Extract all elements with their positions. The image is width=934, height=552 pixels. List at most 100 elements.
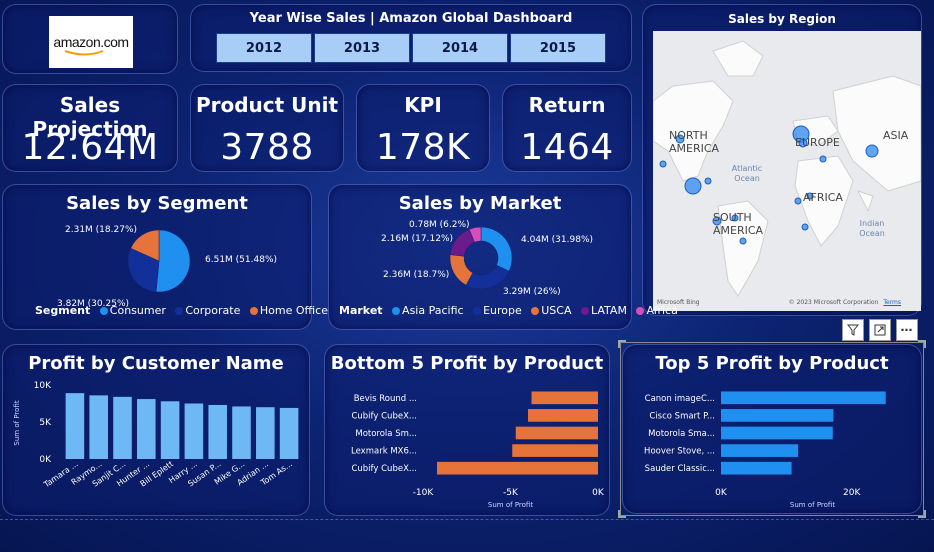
filter-icon[interactable] [842,319,864,341]
bar[interactable] [515,426,598,440]
bar[interactable] [531,391,599,405]
kpi-value: 3788 [220,127,314,168]
slice-consumer[interactable] [155,229,191,293]
y-tick-label: 5K [39,418,52,428]
focus-mode-icon[interactable] [869,319,891,341]
segment-legend: Segment Consumer Corporate Home Office [35,304,328,317]
kpi-title: Return [528,93,606,117]
segment-label-home-office: 2.31M (18.27%) [65,225,138,235]
bar[interactable] [160,401,180,459]
category-label: Bevis Round ... [354,394,417,404]
world-map-svg [653,40,921,297]
bottom-5-profit-card: Bottom 5 Profit by Product Bevis Round .… [324,344,610,516]
bar[interactable] [256,407,275,459]
kpi-value: 12.64M [21,127,159,168]
resize-handle[interactable] [918,510,926,518]
legend-dot-usca [531,307,540,315]
kpi-title: KPI [404,93,442,117]
bar[interactable] [208,404,227,459]
bar[interactable] [65,393,85,459]
kpi-card-product-unit: Product Unit 3788 [190,84,344,172]
x-tick-label: -10K [413,488,435,498]
kpi-card-sales-projection: Sales Projection 12.64M [2,84,178,172]
slice-asia-pacific[interactable] [480,226,513,272]
year-slicer-card: Year Wise Sales | Amazon Global Dashboar… [190,4,632,72]
bar[interactable] [113,396,132,459]
kpi-title: Product Unit [195,93,339,117]
y-tick-label: 0K [39,455,52,465]
category-label: Lexmark MX6... [351,447,417,457]
map-bubble [704,177,712,185]
terms-link[interactable]: Terms [883,299,901,306]
legend-dot-europe [473,307,482,315]
year-button-2015[interactable]: 2015 [510,33,606,63]
profit-by-customer-card: Profit by Customer Name 0K 5K 10K Sum of Pr… [2,344,310,516]
sales-by-region-card: Sales by Region NORTH AMERICA EUROPE ASI… [642,4,922,316]
bar[interactable] [89,395,108,459]
market-label-latam: 2.16M (17.12%) [381,234,454,244]
bar[interactable] [232,406,251,459]
map-title: Sales by Region [728,12,836,26]
more-options-icon[interactable]: ⋯ [896,319,918,341]
bar[interactable] [437,461,598,475]
map-bubble [819,155,827,163]
legend-dot-home-office [249,307,258,315]
resize-handle[interactable] [918,340,926,348]
category-label: Cubify CubeX... [351,411,417,421]
category-label: Cubify CubeX... [351,464,417,474]
map-label-indian: Indian Ocean [859,219,885,238]
year-button-2014[interactable]: 2014 [412,33,508,63]
legend-dot-africa [636,307,645,315]
resize-handle[interactable] [618,510,626,518]
header-title: Year Wise Sales | Amazon Global Dashboar… [249,11,573,26]
slice-europe[interactable] [465,264,510,290]
bottom5-bar-chart[interactable]: Bevis Round ... Cubify CubeX... Motorola S… [325,345,611,517]
map-bubble [794,197,802,205]
category-label: Motorola Sm... [355,429,417,439]
bar[interactable] [512,444,598,457]
market-label-africa: 0.78M (6.2%) [409,220,470,230]
bar[interactable] [184,403,204,460]
legend-dot-asia-pacific [392,307,401,315]
kpi-value: 1464 [520,127,614,168]
legend-dot-latam [581,307,589,315]
logo-card: amazon.com [2,4,178,74]
market-label-asia-pacific: 4.04M (31.98%) [521,235,594,245]
market-label-usca: 2.36M (18.7%) [383,270,450,280]
map-bubble [801,223,809,231]
region-map[interactable]: NORTH AMERICA EUROPE ASIA AFRICA SOUTH A… [653,31,921,311]
x-tick-label: 0K [592,488,605,498]
resize-handle[interactable] [618,340,626,348]
visual-selection-frame [620,342,924,516]
customer-bar-chart[interactable]: 0K5K10KSum of ProfitTamara ...Raymo...Sa… [3,345,311,517]
bar[interactable] [279,407,299,459]
legend-dot-corporate [175,307,184,315]
map-label-africa: AFRICA [803,191,843,204]
kpi-value: 178K [375,127,471,168]
map-bubble [865,144,879,158]
amazon-smile-icon [64,50,104,56]
map-bubble [739,237,747,245]
x-axis-title: Sum of Profit [488,501,533,509]
market-legend: Market Asia Pacific Europe USCA LATAM Af… [339,304,678,317]
bar[interactable] [528,409,598,422]
map-bubble [659,160,667,168]
year-button-2013[interactable]: 2013 [314,33,410,63]
map-bubble [684,177,702,195]
segment-label-consumer: 6.51M (51.48%) [205,255,278,265]
bar[interactable] [137,399,156,459]
map-label-atlantic: Atlantic Ocean [731,164,763,183]
y-tick-label: 10K [34,381,52,391]
amazon-logo: amazon.com [49,16,133,68]
market-label-europe: 3.29M (26%) [503,287,561,297]
map-label-europe: EUROPE [795,136,840,149]
sales-by-market-card: Sales by Market 4.04M (31.98%) 3.29M (26… [328,184,678,330]
sales-by-segment-card: Sales by Segment 6.51M (51.48%) 3.82M (3… [2,184,328,330]
map-label-asia: ASIA [883,129,909,142]
x-tick-label: -5K [503,488,519,498]
page-guide-line [0,519,934,520]
kpi-card-return: Return 1464 [502,84,632,172]
map-label-south-america: SOUTH AMERICA [713,211,764,237]
y-axis-title: Sum of Profit [13,400,21,445]
year-button-2012[interactable]: 2012 [216,33,312,63]
